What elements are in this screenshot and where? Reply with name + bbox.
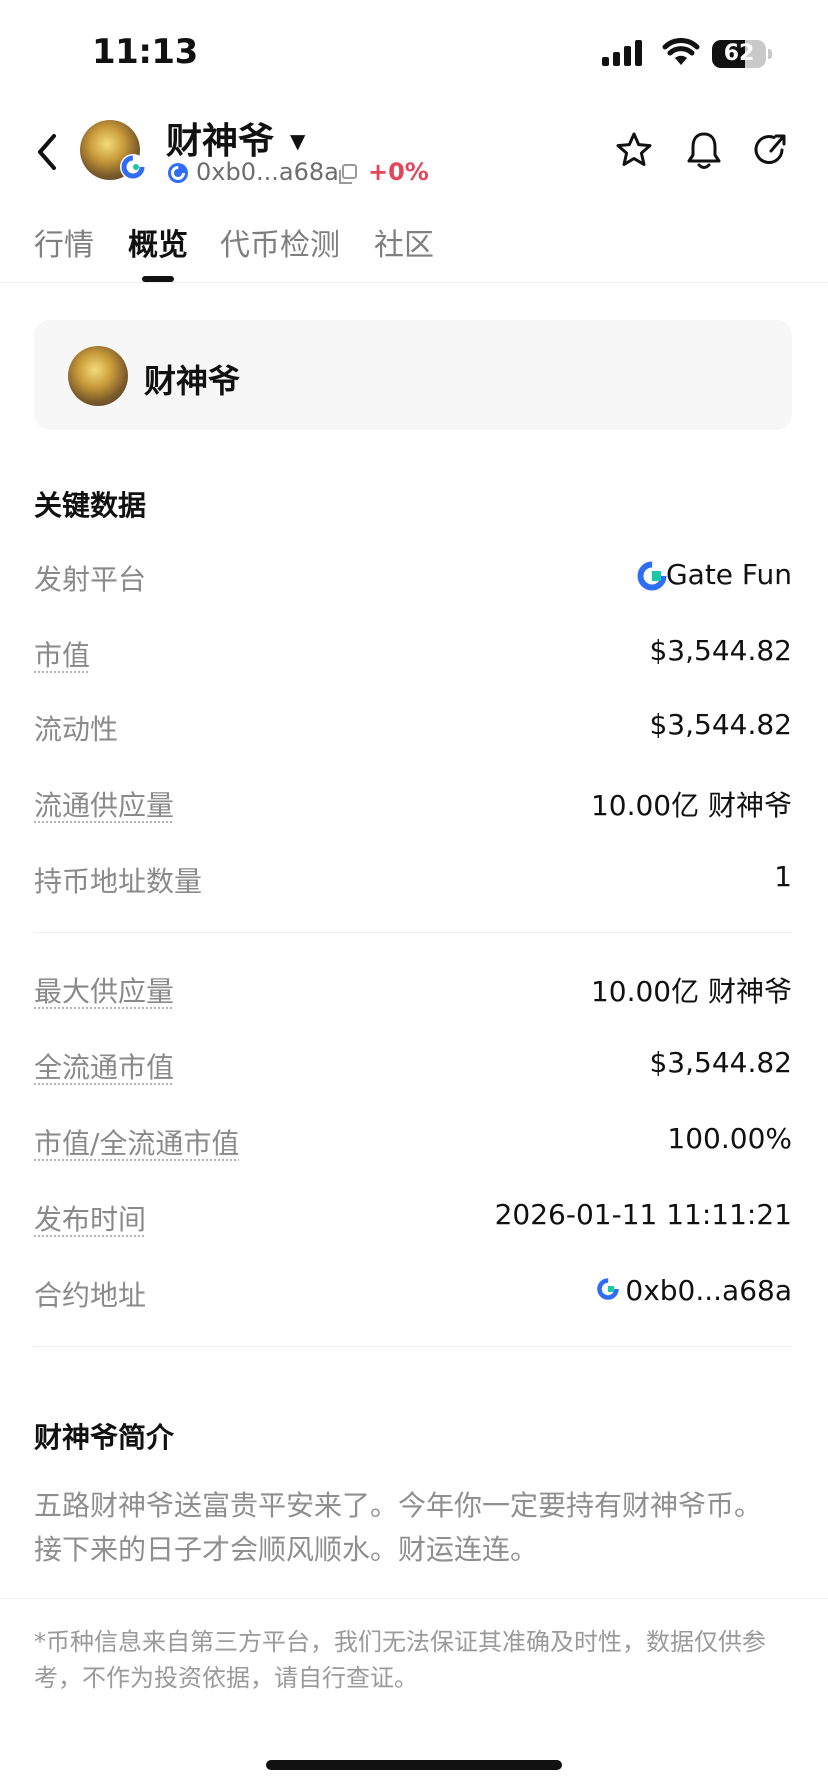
liquidity-label: 流动性 — [34, 713, 119, 746]
section-divider — [34, 1346, 792, 1347]
launch-time-label[interactable]: 发布时间 — [34, 1198, 146, 1238]
intro-text: 五路财神爷送富贵平安来了。今年你一定要持有财神爷币。接下来的日子才会顺风顺水。财… — [34, 1489, 763, 1566]
fdv-label[interactable]: 全流通市值 — [34, 1046, 174, 1086]
home-indicator[interactable] — [266, 1760, 562, 1770]
gate-fun-icon — [636, 560, 668, 596]
share-icon — [754, 134, 786, 164]
liquidity-value: $3,544.82 — [649, 708, 792, 741]
market-cap-value: $3,544.82 — [649, 634, 792, 667]
share-button[interactable] — [752, 130, 788, 174]
launch-platform-label: 发射平台 — [34, 563, 147, 596]
key-data-divider — [34, 932, 792, 933]
launch-time-value: 2026-01-11 11:11:21 — [494, 1198, 792, 1231]
key-data-title: 关键数据 — [34, 489, 147, 522]
max-supply-label[interactable]: 最大供应量 — [34, 970, 174, 1010]
back-button[interactable] — [30, 128, 66, 176]
launch-platform-value: Gate Fun — [665, 558, 792, 591]
disclaimer-text: *币种信息来自第三方平台，我们无法保证其准确及时性，数据仅供参考，不作为投资依据… — [34, 1628, 766, 1692]
token-card-name: 财神爷 — [144, 362, 241, 400]
copy-icon[interactable] — [336, 163, 358, 189]
contract-address-value[interactable]: 0xb0...a68a — [625, 1274, 792, 1307]
market-cap-label[interactable]: 市值 — [34, 634, 90, 674]
tab-market[interactable]: 行情 — [34, 220, 94, 264]
disclaimer-divider — [0, 1598, 828, 1599]
favorite-button[interactable] — [614, 130, 654, 174]
battery-level: 62 — [723, 41, 755, 66]
star-icon — [616, 132, 652, 166]
token-address[interactable]: 0xb0...a68a — [196, 158, 339, 186]
wifi-icon — [662, 38, 700, 70]
alert-button[interactable] — [686, 130, 722, 174]
circulating-supply-value: 10.00亿 财神爷 — [590, 789, 792, 822]
tab-token-check[interactable]: 代币检测 — [220, 220, 340, 264]
token-card-avatar — [68, 346, 128, 406]
mcap-fdv-ratio-value: 100.00% — [667, 1122, 792, 1155]
chain-logo-icon — [166, 161, 190, 189]
status-time: 11:13 — [92, 32, 198, 72]
mcap-fdv-ratio-label[interactable]: 市值/全流通市值 — [34, 1122, 239, 1162]
holders-count-label: 持币地址数量 — [34, 865, 203, 898]
tab-divider — [0, 282, 828, 283]
back-icon — [38, 134, 56, 170]
price-change: +0% — [368, 158, 429, 186]
bell-icon — [687, 132, 721, 169]
battery-icon: 62 — [712, 40, 772, 68]
token-name-selector[interactable]: 财神爷 — [166, 112, 274, 164]
gate-fun-badge-icon — [120, 154, 146, 180]
fdv-value: $3,544.82 — [649, 1046, 792, 1079]
tab-overview[interactable]: 概览 — [128, 220, 188, 264]
holders-count-value: 1 — [774, 860, 792, 893]
chain-logo-icon — [596, 1277, 620, 1305]
max-supply-value: 10.00亿 财神爷 — [590, 975, 792, 1008]
circulating-supply-label[interactable]: 流通供应量 — [34, 784, 174, 824]
contract-address-label: 合约地址 — [34, 1279, 147, 1312]
caret-down-icon[interactable]: ▼ — [290, 129, 305, 153]
intro-title: 财神爷简介 — [34, 1421, 175, 1454]
tab-community[interactable]: 社区 — [374, 220, 434, 264]
cellular-signal-icon — [602, 40, 644, 70]
